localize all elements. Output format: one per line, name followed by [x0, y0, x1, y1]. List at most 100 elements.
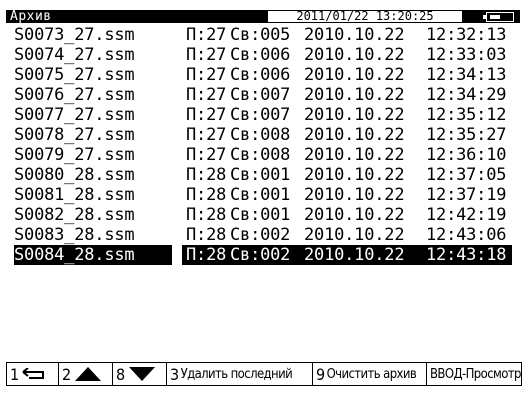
file-name: S0083_28.ssm [14, 225, 135, 245]
scroll-up-button[interactable]: 2 [59, 363, 113, 385]
back-arrow-icon [21, 367, 47, 380]
file-name: S0082_28.ssm [14, 205, 135, 225]
screen-title: Архив [10, 9, 52, 24]
archive-file-list[interactable]: S0073_27.ssm П:27 Св:005 2010.10.22 12:32:13… [14, 25, 526, 265]
archive-screen: Архив 2011/01/22 13:20:25 S0073_27.ssm П:… [0, 0, 528, 394]
file-part: П:27 [186, 145, 227, 165]
file-part: П:28 [186, 225, 227, 245]
file-date: 2010.10.22 [304, 205, 405, 225]
file-details: П:27 Св:007 2010.10.22 12:35:12 [182, 105, 512, 125]
file-date: 2010.10.22 [304, 125, 405, 145]
file-date: 2010.10.22 [304, 245, 405, 265]
file-name: S0075_27.ssm [14, 65, 135, 85]
file-details: П:27 Св:008 2010.10.22 12:35:27 [182, 125, 512, 145]
file-time: 12:34:13 [426, 65, 507, 85]
file-details: П:28 Св:001 2010.10.22 12:42:19 [182, 205, 512, 225]
file-details: П:28 Св:001 2010.10.22 12:37:19 [182, 185, 512, 205]
list-item[interactable]: S0075_27.ssm П:27 Св:006 2010.10.22 12:34:13 [14, 65, 526, 85]
list-item[interactable]: S0082_28.ssm П:28 Св:001 2010.10.22 12:42:19 [14, 205, 526, 225]
function-key-bar: 1 2 8 3 Удалить последний 9 Очистить арх… [6, 362, 522, 386]
scroll-down-button[interactable]: 8 [113, 363, 167, 385]
file-name: S0084_28.ssm [14, 245, 172, 265]
list-item[interactable]: S0079_27.ssm П:27 Св:008 2010.10.22 12:36:10 [14, 145, 526, 165]
file-sv: Св:002 [230, 245, 291, 265]
list-item[interactable]: S0073_27.ssm П:27 Св:005 2010.10.22 12:32:13 [14, 25, 526, 45]
file-part: П:27 [186, 65, 227, 85]
file-time: 12:33:03 [426, 45, 507, 65]
enter-view-label: ВВОД-Просмотр [430, 366, 521, 382]
file-date: 2010.10.22 [304, 85, 405, 105]
down-triangle-icon [128, 367, 155, 381]
file-sv: Св:008 [230, 125, 291, 145]
file-part: П:27 [186, 125, 227, 145]
file-name: S0081_28.ssm [14, 185, 135, 205]
file-time: 12:35:27 [426, 125, 507, 145]
file-details: П:28 Св:002 2010.10.22 12:43:06 [182, 225, 512, 245]
file-part: П:27 [186, 45, 227, 65]
file-name: S0079_27.ssm [14, 145, 135, 165]
file-sv: Св:001 [230, 165, 291, 185]
file-sv: Св:005 [230, 25, 291, 45]
file-details: П:27 Св:008 2010.10.22 12:36:10 [182, 145, 512, 165]
delete-last-button[interactable]: 3 Удалить последний [167, 363, 313, 385]
fkey-number: 3 [170, 364, 179, 384]
clear-archive-label: Очистить архив [326, 366, 417, 382]
file-sv: Св:007 [230, 105, 291, 125]
clock-datetime: 2011/01/22 13:20:25 [268, 10, 462, 22]
up-triangle-icon [74, 367, 101, 381]
file-sv: Св:002 [230, 225, 291, 245]
file-name: S0073_27.ssm [14, 25, 135, 45]
file-part: П:27 [186, 85, 227, 105]
file-details: П:28 Св:001 2010.10.22 12:37:05 [182, 165, 512, 185]
battery-icon [483, 12, 514, 22]
fkey-number: 8 [116, 364, 125, 384]
file-sv: Св:006 [230, 45, 291, 65]
back-button[interactable]: 1 [7, 363, 59, 385]
list-item[interactable]: S0083_28.ssm П:28 Св:002 2010.10.22 12:43:06 [14, 225, 526, 245]
file-sv: Св:006 [230, 65, 291, 85]
file-details: П:27 Св:007 2010.10.22 12:34:29 [182, 85, 512, 105]
fkey-number: 1 [10, 364, 19, 384]
fkey-number: 2 [62, 364, 71, 384]
file-time: 12:32:13 [426, 25, 507, 45]
file-date: 2010.10.22 [304, 225, 405, 245]
file-sv: Св:007 [230, 85, 291, 105]
file-time: 12:37:05 [426, 165, 507, 185]
file-details: П:27 Св:006 2010.10.22 12:34:13 [182, 65, 512, 85]
file-date: 2010.10.22 [304, 145, 405, 165]
file-time: 12:43:18 [426, 245, 507, 265]
file-details: П:27 Св:005 2010.10.22 12:32:13 [182, 25, 512, 45]
file-date: 2010.10.22 [304, 185, 405, 205]
file-time: 12:43:06 [426, 225, 507, 245]
list-item[interactable]: S0081_28.ssm П:28 Св:001 2010.10.22 12:37:19 [14, 185, 526, 205]
file-part: П:28 [186, 205, 227, 225]
enter-view-button[interactable]: ВВОД-Просмотр [427, 363, 521, 385]
file-name: S0074_27.ssm [14, 45, 135, 65]
file-sv: Св:001 [230, 205, 291, 225]
file-part: П:27 [186, 25, 227, 45]
list-item[interactable]: S0084_28.ssm П:28 Св:002 2010.10.22 12:43:18 [14, 245, 526, 265]
list-item[interactable]: S0076_27.ssm П:27 Св:007 2010.10.22 12:34:29 [14, 85, 526, 105]
file-details: П:27 Св:006 2010.10.22 12:33:03 [182, 45, 512, 65]
file-time: 12:34:29 [426, 85, 507, 105]
file-part: П:28 [186, 245, 227, 265]
file-name: S0080_28.ssm [14, 165, 135, 185]
file-date: 2010.10.22 [304, 165, 405, 185]
file-time: 12:42:19 [426, 205, 507, 225]
file-date: 2010.10.22 [304, 45, 405, 65]
header-bar: Архив 2011/01/22 13:20:25 [6, 9, 520, 24]
file-details: П:28 Св:002 2010.10.22 12:43:18 [182, 245, 512, 265]
file-time: 12:36:10 [426, 145, 507, 165]
clear-archive-button[interactable]: 9 Очистить архив [313, 363, 427, 385]
file-part: П:28 [186, 185, 227, 205]
file-part: П:28 [186, 165, 227, 185]
file-time: 12:37:19 [426, 185, 507, 205]
file-name: S0077_27.ssm [14, 105, 135, 125]
list-item[interactable]: S0077_27.ssm П:27 Св:007 2010.10.22 12:35:12 [14, 105, 526, 125]
list-item[interactable]: S0078_27.ssm П:27 Св:008 2010.10.22 12:35:27 [14, 125, 526, 145]
file-name: S0078_27.ssm [14, 125, 135, 145]
file-part: П:27 [186, 105, 227, 125]
list-item[interactable]: S0074_27.ssm П:27 Св:006 2010.10.22 12:33:03 [14, 45, 526, 65]
file-name: S0076_27.ssm [14, 85, 135, 105]
list-item[interactable]: S0080_28.ssm П:28 Св:001 2010.10.22 12:37:05 [14, 165, 526, 185]
